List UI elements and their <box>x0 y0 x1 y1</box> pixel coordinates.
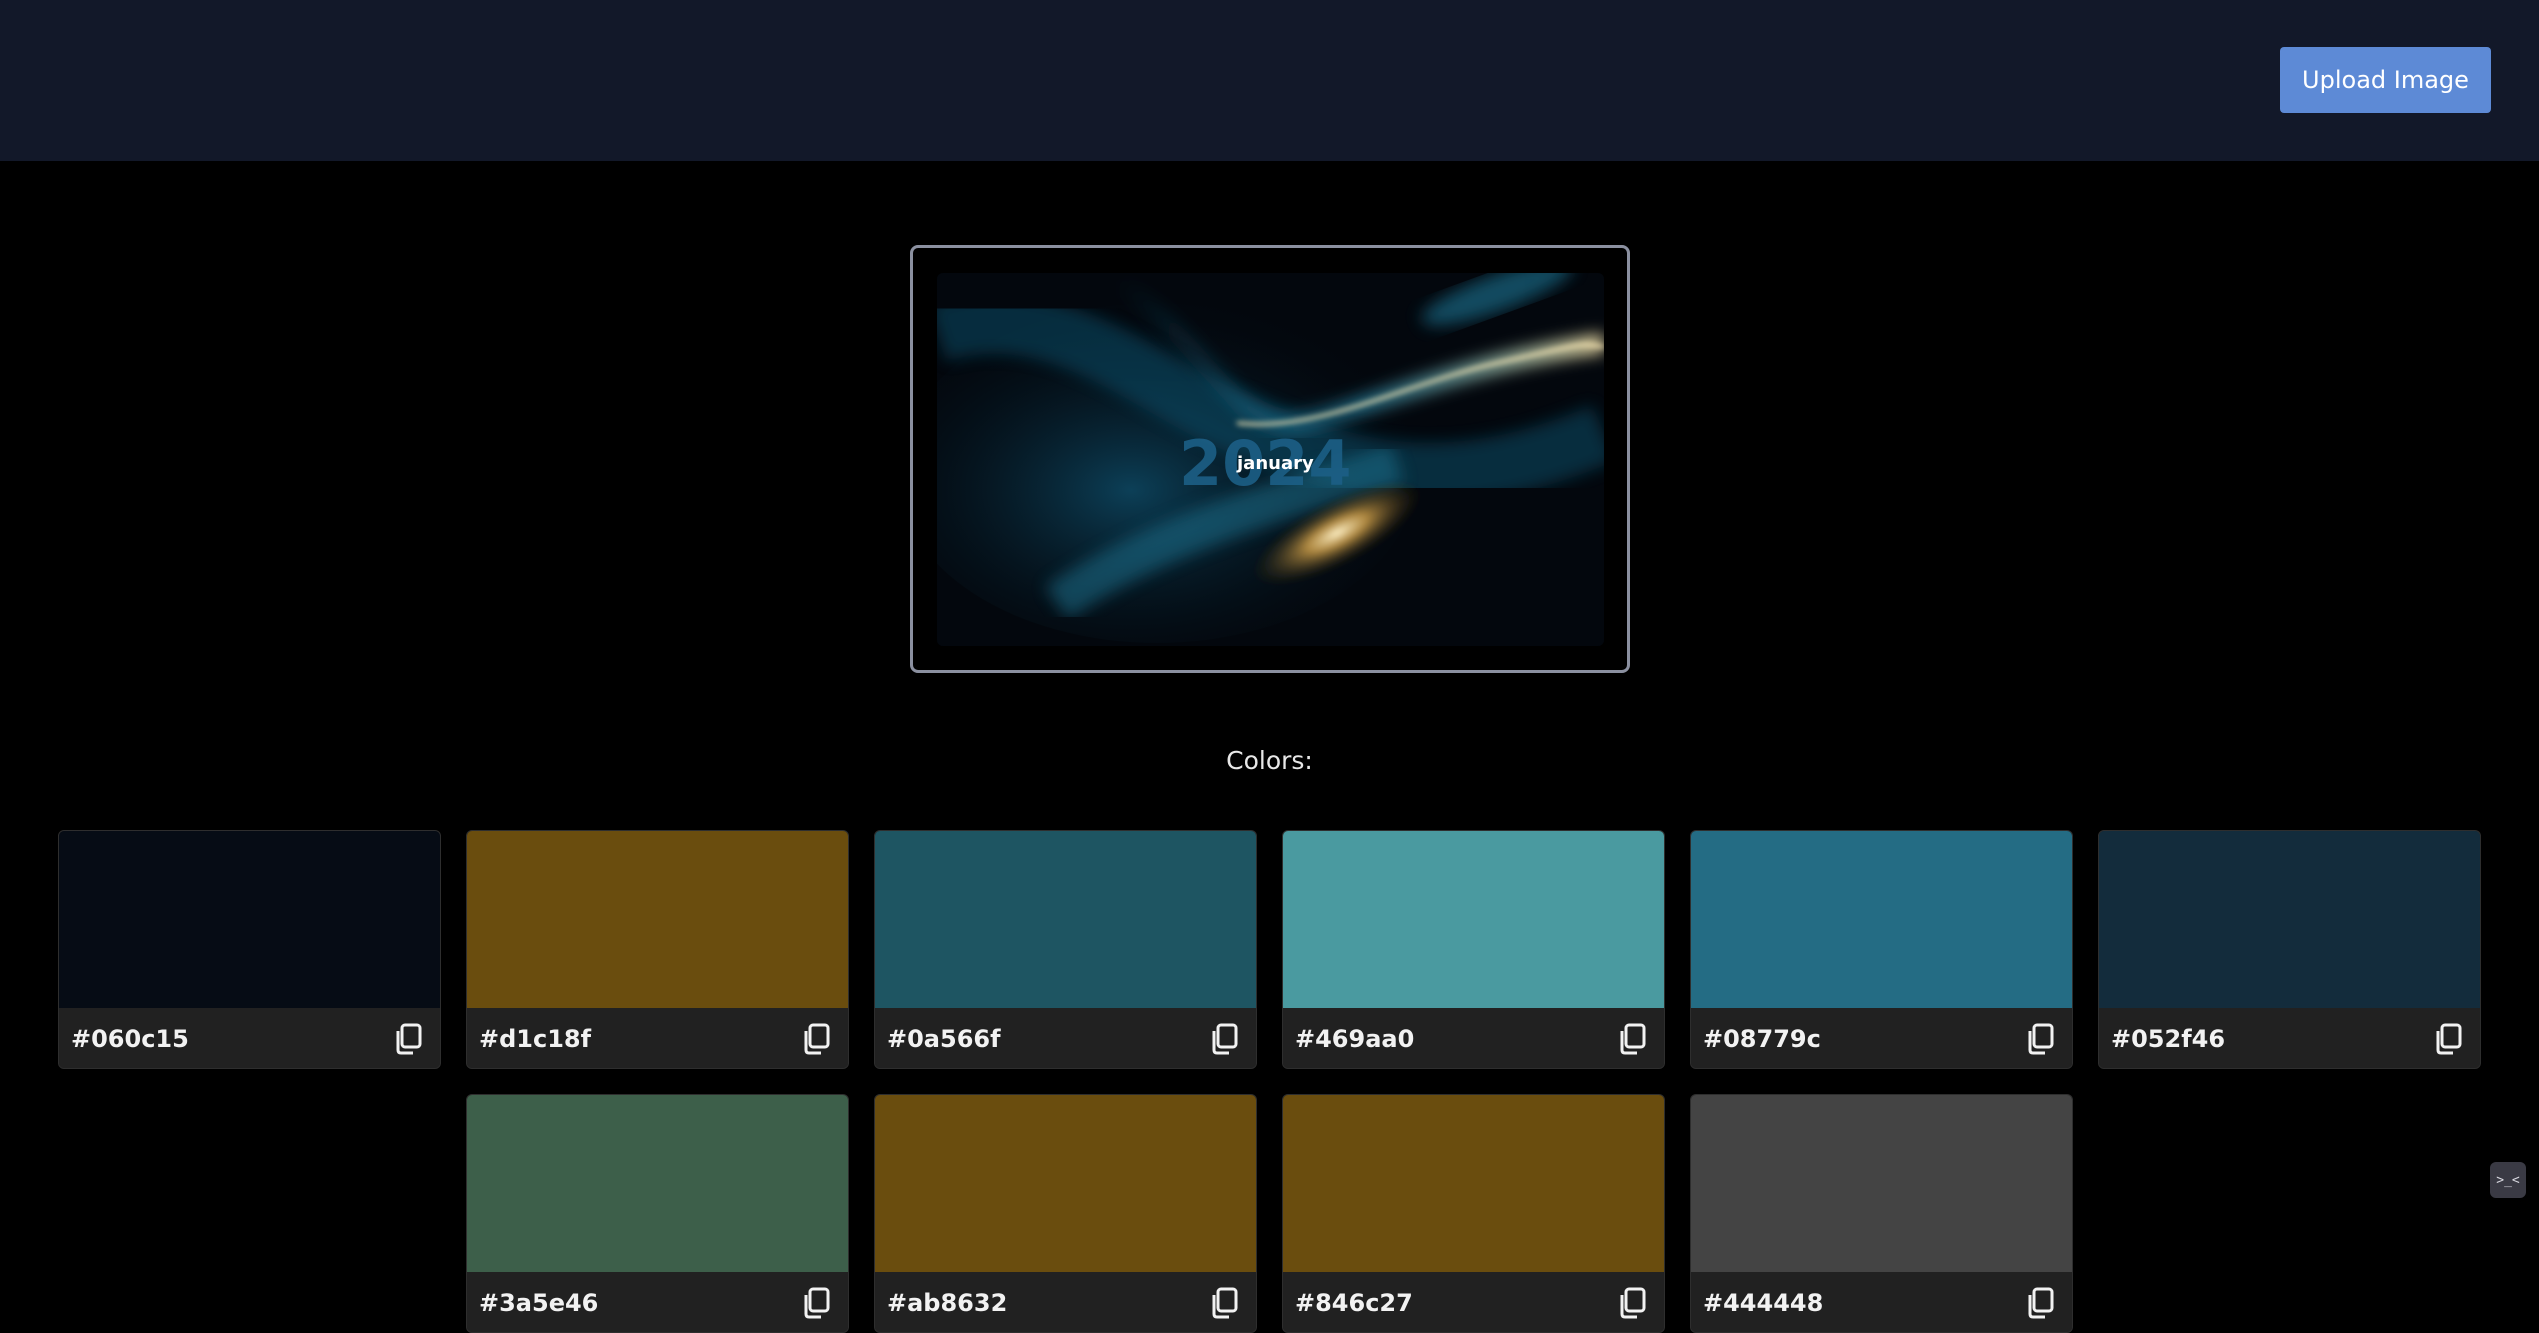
color-swatch[interactable]: #ab8632 <box>874 1094 1257 1333</box>
swatch-color-fill <box>1283 831 1664 1008</box>
copy-icon[interactable] <box>1614 1285 1650 1321</box>
copy-icon[interactable] <box>390 1021 426 1057</box>
copy-icon[interactable] <box>1206 1285 1242 1321</box>
copy-icon[interactable] <box>1206 1021 1242 1057</box>
color-swatch[interactable]: #052f46 <box>2098 830 2481 1069</box>
image-preview-frame: 2024 january <box>910 245 1630 673</box>
color-swatch[interactable]: #846c27 <box>1282 1094 1665 1333</box>
swatch-footer: #ab8632 <box>875 1272 1256 1332</box>
color-swatch[interactable]: #469aa0 <box>1282 830 1665 1069</box>
swatch-hex-code: #d1c18f <box>479 1025 592 1053</box>
wallpaper-graphic: 2024 january <box>937 273 1604 646</box>
swatch-color-fill <box>467 831 848 1008</box>
uploaded-image: 2024 january <box>937 273 1604 646</box>
color-swatch[interactable]: #d1c18f <box>466 830 849 1069</box>
floating-widget-button[interactable]: >_< <box>2490 1162 2526 1198</box>
swatch-color-fill <box>1283 1095 1664 1272</box>
copy-icon[interactable] <box>798 1021 834 1057</box>
month-text: january <box>1236 453 1314 474</box>
swatch-hex-code: #0a566f <box>887 1025 1001 1053</box>
copy-icon[interactable] <box>2022 1021 2058 1057</box>
swatch-hex-code: #846c27 <box>1295 1289 1413 1317</box>
swatch-footer: #052f46 <box>2099 1008 2480 1068</box>
color-swatch[interactable]: #08779c <box>1690 830 2073 1069</box>
swatch-hex-code: #08779c <box>1703 1025 1821 1053</box>
color-swatch[interactable]: #444448 <box>1690 1094 2073 1333</box>
swatch-footer: #444448 <box>1691 1272 2072 1332</box>
swatch-color-fill <box>1691 1095 2072 1272</box>
swatch-color-fill <box>2099 831 2480 1008</box>
swatch-footer: #060c15 <box>59 1008 440 1068</box>
swatch-footer: #0a566f <box>875 1008 1256 1068</box>
swatch-footer: #846c27 <box>1283 1272 1664 1332</box>
swatch-hex-code: #469aa0 <box>1295 1025 1415 1053</box>
copy-icon[interactable] <box>2022 1285 2058 1321</box>
copy-icon[interactable] <box>1614 1021 1650 1057</box>
swatch-hex-code: #052f46 <box>2111 1025 2226 1053</box>
copy-icon[interactable] <box>2430 1021 2466 1057</box>
color-swatch[interactable]: #3a5e46 <box>466 1094 849 1333</box>
swatch-hex-code: #060c15 <box>71 1025 189 1053</box>
swatch-color-fill <box>1691 831 2072 1008</box>
swatch-color-fill <box>875 831 1256 1008</box>
swatch-hex-code: #444448 <box>1703 1289 1824 1317</box>
swatch-color-fill <box>875 1095 1256 1272</box>
swatch-footer: #469aa0 <box>1283 1008 1664 1068</box>
color-swatch[interactable]: #060c15 <box>58 830 441 1069</box>
swatch-footer: #d1c18f <box>467 1008 848 1068</box>
swatch-footer: #08779c <box>1691 1008 2072 1068</box>
swatch-hex-code: #3a5e46 <box>479 1289 599 1317</box>
swatch-color-fill <box>467 1095 848 1272</box>
swatch-footer: #3a5e46 <box>467 1272 848 1332</box>
color-swatch[interactable]: #0a566f <box>874 830 1257 1069</box>
swatch-hex-code: #ab8632 <box>887 1289 1008 1317</box>
colors-heading: Colors: <box>1226 746 1313 775</box>
swatch-color-fill <box>59 831 440 1008</box>
upload-image-button[interactable]: Upload Image <box>2280 47 2491 113</box>
copy-icon[interactable] <box>798 1285 834 1321</box>
top-header: Upload Image <box>0 0 2539 161</box>
